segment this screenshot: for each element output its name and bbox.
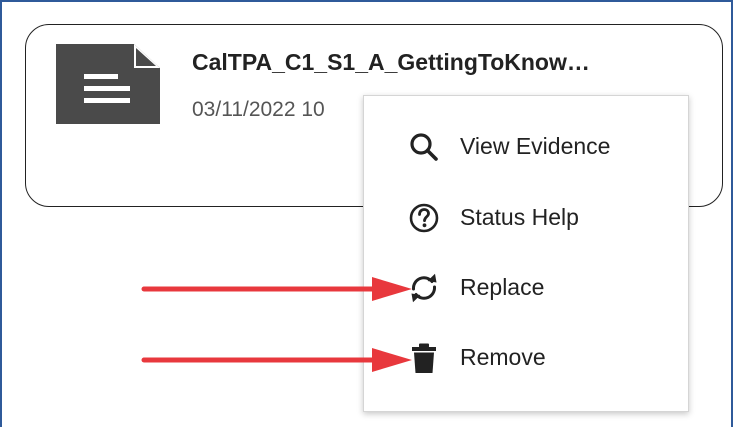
- file-name[interactable]: CalTPA_C1_S1_A_GettingToKnow…: [192, 49, 590, 76]
- search-icon: [410, 133, 438, 161]
- menu-item-label: Replace: [460, 274, 545, 300]
- menu-item-view-evidence[interactable]: View Evidence: [364, 119, 688, 175]
- annotation-arrow-remove: [141, 348, 412, 372]
- annotation-arrow-replace: [141, 277, 412, 301]
- menu-item-status-help[interactable]: Status Help: [364, 190, 688, 246]
- document-icon: [56, 44, 160, 124]
- menu-item-label: Remove: [460, 344, 546, 370]
- menu-item-label: View Evidence: [460, 133, 611, 159]
- question-circle-icon: [409, 203, 439, 233]
- menu-item-label: Status Help: [460, 204, 579, 230]
- file-date: 03/11/2022 10: [192, 98, 325, 121]
